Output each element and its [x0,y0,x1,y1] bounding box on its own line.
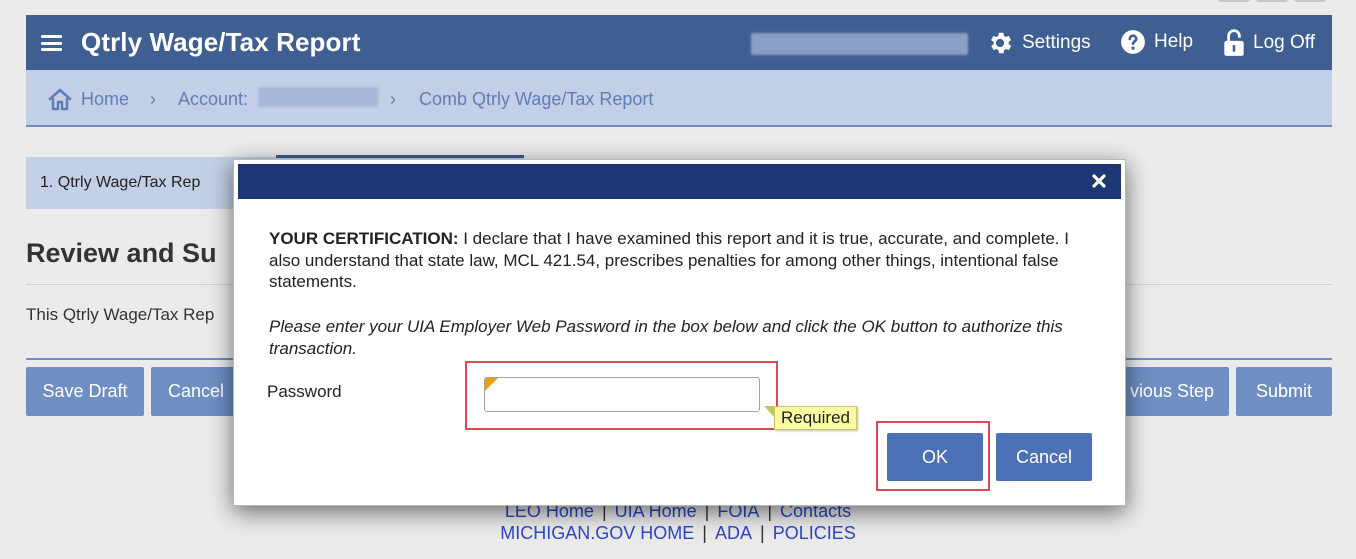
app-header: Qtrly Wage/Tax Report Settings Help Log … [26,15,1332,70]
footer-divider: | [760,523,765,543]
required-marker-icon [485,378,498,391]
save-draft-button[interactable]: Save Draft [26,367,144,416]
page-cancel-button[interactable]: Cancel [151,367,241,416]
password-field[interactable] [484,377,760,412]
footer-link-policies[interactable]: POLICIES [773,523,856,543]
password-instructions: Please enter your UIA Employer Web Passw… [269,317,1063,358]
home-icon[interactable] [47,87,73,111]
redacted-username [751,33,968,55]
breadcrumb-separator: › [150,89,156,109]
breadcrumb-home[interactable]: Home [81,89,129,110]
settings-link[interactable]: Settings [986,29,1091,57]
settings-label: Settings [1022,32,1091,53]
footer-divider: | [702,523,707,543]
logoff-link[interactable]: Log Off [1223,29,1315,57]
lock-icon [1224,29,1244,56]
dialog-cancel-button[interactable]: Cancel [996,433,1092,481]
footer-link-ada[interactable]: ADA [715,523,752,543]
password-label: Password [267,382,342,401]
footer-link-michigan-gov[interactable]: MICHIGAN.GOV HOME [500,523,694,543]
redacted-account-number [258,87,378,107]
breadcrumb-account[interactable]: Account: [178,89,248,110]
breadcrumb-separator: › [390,89,396,109]
dialog-header [238,164,1121,199]
page-heading: Review and Su [26,238,217,268]
app-title: Qtrly Wage/Tax Report [81,27,361,57]
help-label: Help [1154,31,1194,52]
submit-button[interactable]: Submit [1236,367,1332,416]
certification-text: YOUR CERTIFICATION: I declare that I hav… [269,228,1089,293]
certification-heading: YOUR CERTIFICATION: [269,229,459,248]
ok-button[interactable]: OK [887,433,983,481]
help-link[interactable]: Help [1120,29,1193,55]
close-icon[interactable] [1090,172,1108,190]
certification-dialog: YOUR CERTIFICATION: I declare that I hav… [233,159,1126,506]
logoff-label: Log Off [1253,32,1315,53]
hamburger-icon[interactable] [41,35,62,51]
step-tab-1[interactable]: 1. Qtrly Wage/Tax Rep [40,174,200,192]
breadcrumb-current: Comb Qtrly Wage/Tax Report [419,89,654,109]
breadcrumb: Home › Account: › Comb Qtrly Wage/Tax Re… [26,70,1332,127]
help-icon [1121,30,1145,54]
footer-links-row-2: MICHIGAN.GOV HOME | ADA | POLICIES [0,523,1356,544]
required-tooltip: Required [764,406,857,430]
page-description: This Qtrly Wage/Tax Rep [26,305,215,324]
gear-icon [991,32,1012,54]
window-corner-dots [1218,0,1326,2]
